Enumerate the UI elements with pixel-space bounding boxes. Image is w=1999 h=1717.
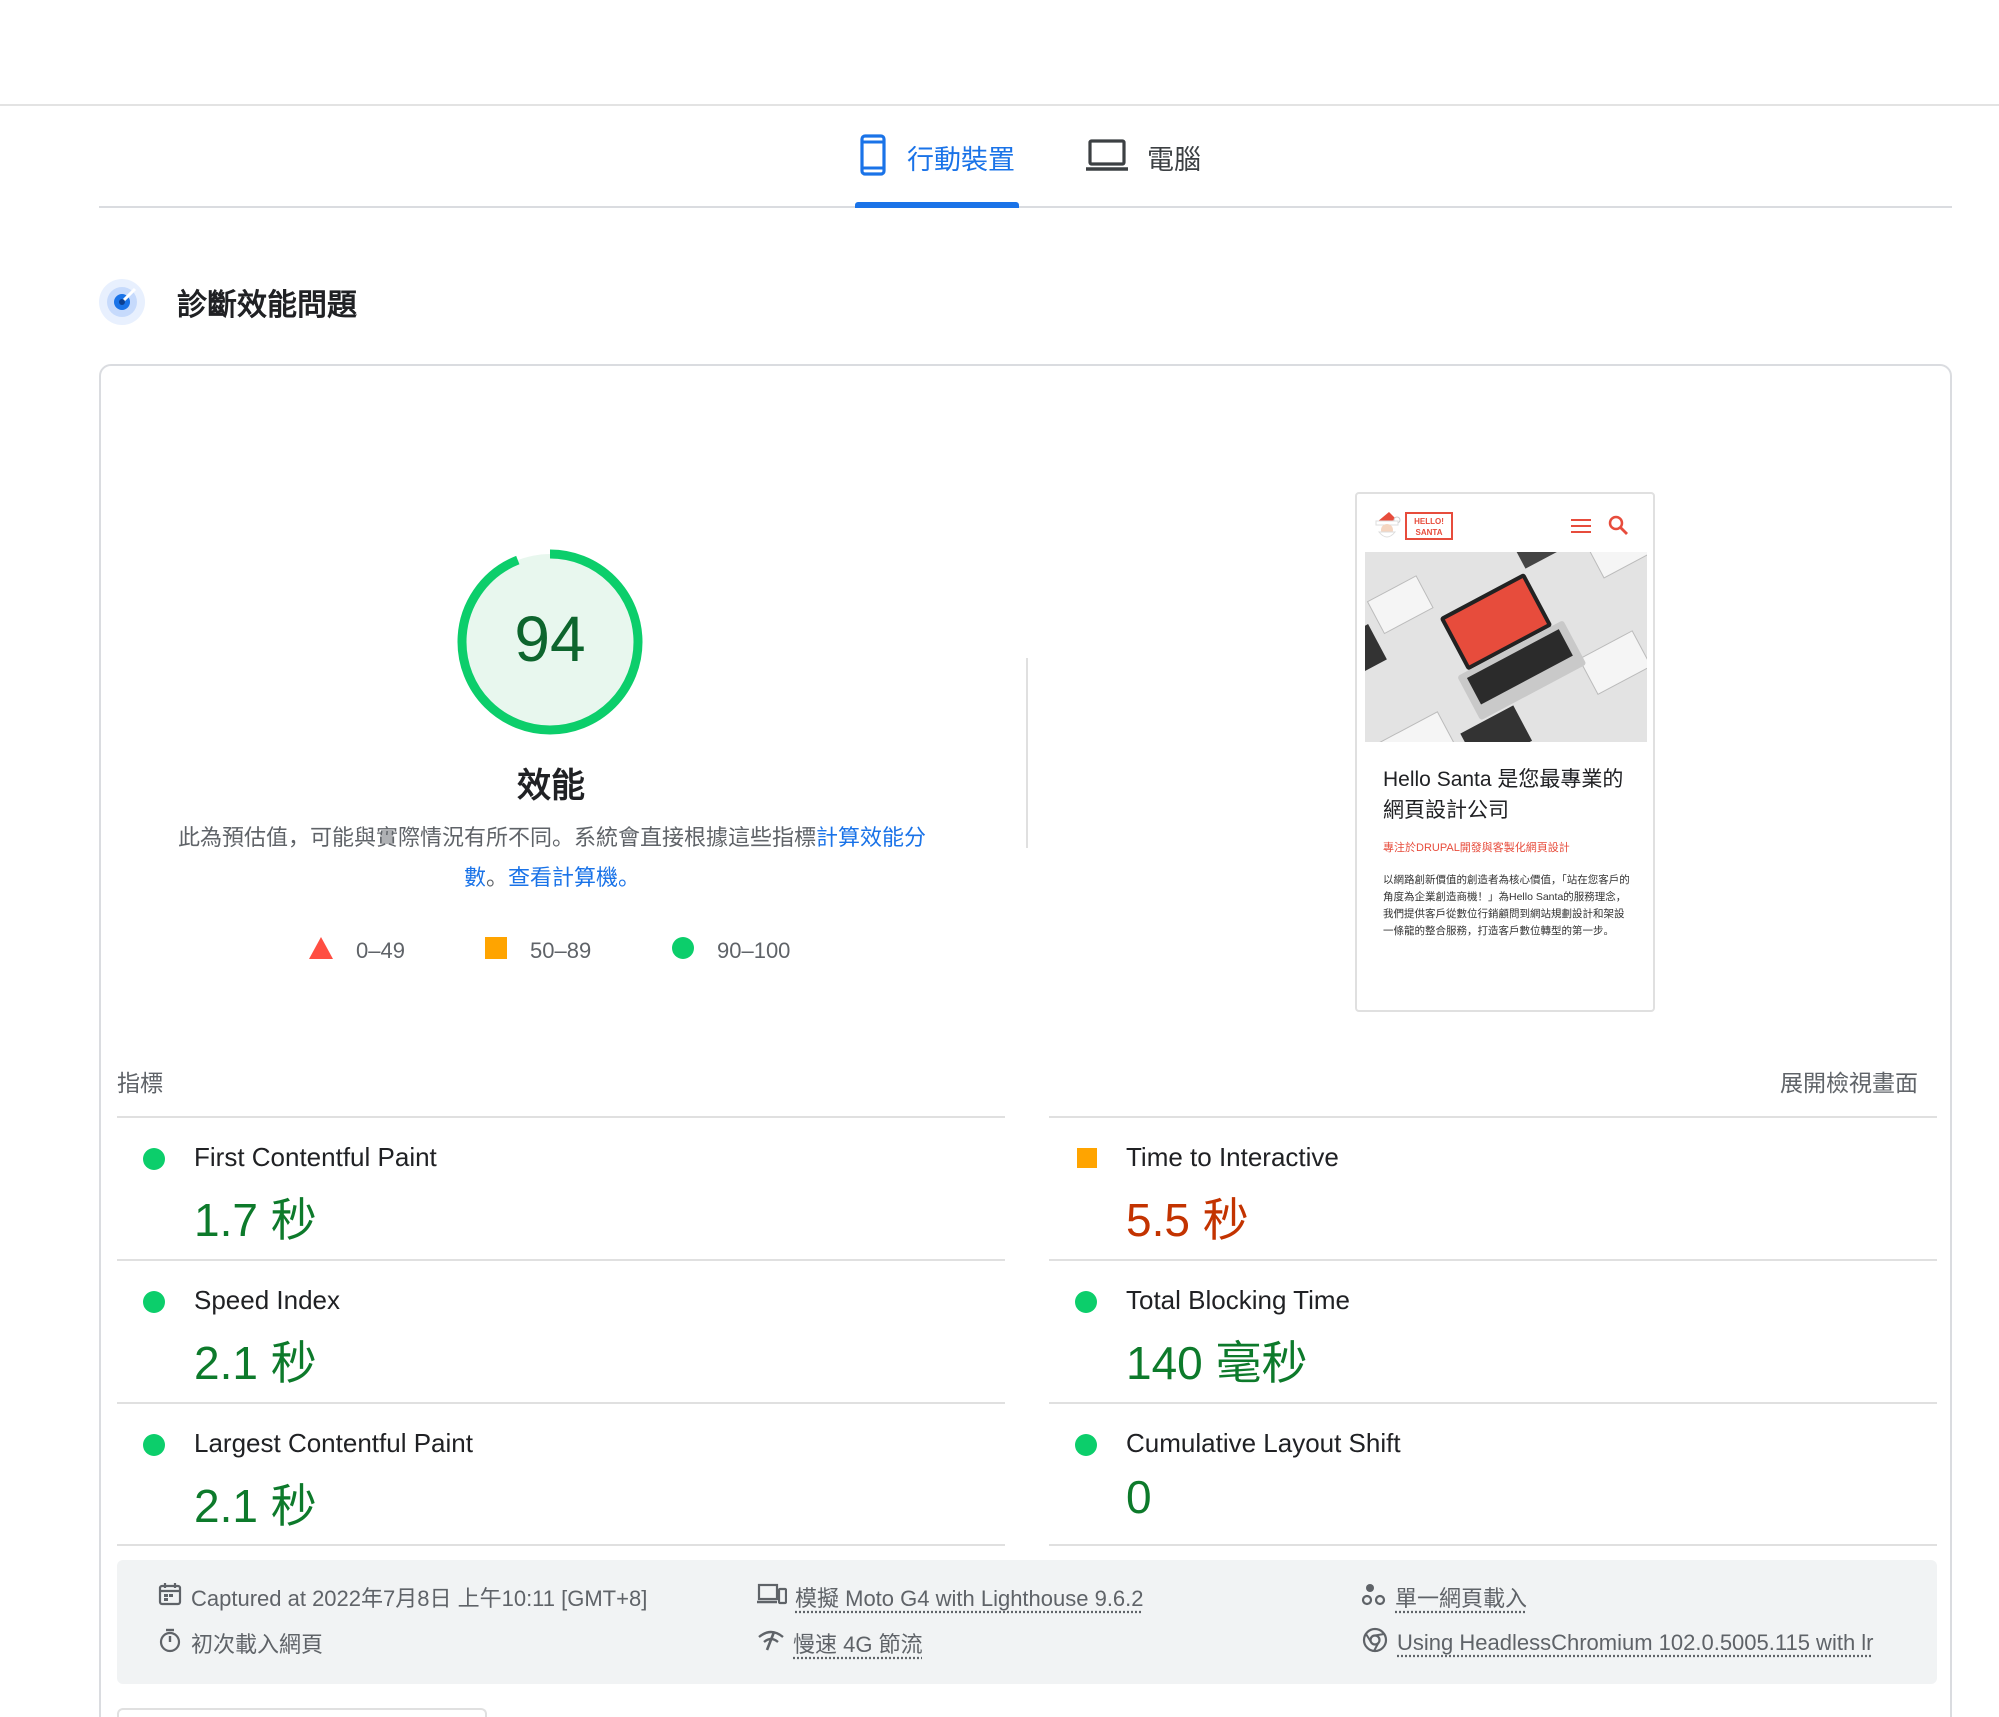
square-icon [484, 936, 508, 966]
metric-first-contentful-paint: First Contentful Paint 1.7 秒 [117, 1116, 1005, 1259]
metric-total-blocking-time: Total Blocking Time 140 毫秒 [1049, 1259, 1937, 1402]
description-separator: 。 [485, 866, 508, 891]
expand-view-toggle[interactable]: 展開檢視畫面 [1780, 1064, 1918, 1098]
performance-card: 94 效能 此為預估值，可能與實際情況有所不同。系統會直接根據這些指標計算效能分… [99, 364, 1952, 1717]
good-status-icon [143, 1148, 165, 1170]
metric-time-to-interactive: Time to Interactive 5.5 秒 [1049, 1116, 1937, 1259]
smartphone-icon [859, 134, 887, 180]
metrics-divider [1049, 1544, 1937, 1546]
metric-name: Total Blocking Time [1126, 1285, 1350, 1315]
calendar-icon [157, 1581, 183, 1613]
section-title: 診斷效能問題 [177, 288, 357, 323]
chrome-icon [1361, 1626, 1389, 1660]
tab-desktop-label: 電腦 [1147, 144, 1201, 176]
tab-mobile[interactable]: 行動裝置 [857, 126, 1023, 188]
device-tabs: 行動裝置 電腦 [99, 106, 1952, 208]
emulated-device[interactable]: 模擬 Moto G4 with Lighthouse 9.6.2 [757, 1582, 1144, 1612]
captured-time-text: Captured at 2022年7月8日 上午10:11 [GMT+8] [191, 1586, 648, 1611]
thumbnail-body: 以網路創新價值的創造者為核心價值，「站在您客戶的角度為企業創造商機！」為Hell… [1383, 874, 1630, 937]
metric-cumulative-layout-shift: Cumulative Layout Shift 0 [1049, 1402, 1937, 1545]
good-status-icon [1075, 1291, 1097, 1313]
load-type-text: 初次載入網頁 [191, 1632, 324, 1657]
description-text: 此為預估值，可能與實際情況有所不同。系統會直接根據這些指標 [177, 826, 816, 851]
network-throttling-text: 慢速 4G 節流 [793, 1632, 923, 1657]
wifi-icon [757, 1628, 785, 1658]
tab-desktop[interactable]: 電腦 [1085, 126, 1215, 188]
metric-largest-contentful-paint: Largest Contentful Paint 2.1 秒 [117, 1402, 1005, 1545]
metrics-divider [117, 1544, 1005, 1546]
thumbnail-hero-image [1365, 552, 1647, 742]
metric-value: 0 [1126, 1471, 1152, 1523]
metric-value: 2.1 秒 [194, 1480, 317, 1532]
search-icon [1607, 514, 1629, 536]
good-status-icon [143, 1434, 165, 1456]
metric-name: Time to Interactive [1126, 1142, 1339, 1172]
metric-name: Speed Index [194, 1285, 341, 1315]
thumbnail-logo: HELLO! SANTA [1405, 512, 1453, 540]
metrics-heading: 指標 [117, 1071, 163, 1097]
browser-info[interactable]: Using HeadlessChromium 102.0.5005.115 wi… [1361, 1626, 1874, 1660]
devices-icon [757, 1582, 788, 1612]
metric-value: 5.5 秒 [1126, 1194, 1249, 1246]
legend-item-good: 90–100 [671, 936, 790, 966]
metric-name: Cumulative Layout Shift [1126, 1428, 1401, 1458]
thumbnail-subtitle: 專注於DRUPAL開發與客製化網頁設計 [1383, 842, 1570, 854]
thumbnail-header: HELLO! SANTA [1357, 494, 1653, 550]
next-section-tab [117, 1708, 487, 1717]
legend-item-poor: 0–49 [308, 936, 405, 966]
session-type-text: 單一網頁載入 [1395, 1586, 1528, 1611]
calculator-link[interactable]: 查看計算機。 [508, 866, 640, 891]
timer-icon [157, 1627, 183, 1659]
thumbnail-title: Hello Santa 是您最專業的網頁設計公司 [1383, 768, 1624, 822]
metric-value: 1.7 秒 [194, 1194, 317, 1246]
captured-time: Captured at 2022年7月8日 上午10:11 [GMT+8] [157, 1582, 647, 1612]
session-type[interactable]: 單一網頁載入 [1361, 1582, 1527, 1612]
emulated-device-text: 模擬 Moto G4 with Lighthouse 9.6.2 [795, 1586, 1144, 1611]
good-status-icon [143, 1291, 165, 1313]
performance-description: 此為預估值，可能與實際情況有所不同。系統會直接根據這些指標計算效能分數。查看計算… [157, 819, 947, 899]
legend-item-average: 50–89 [484, 936, 591, 966]
metric-name: Largest Contentful Paint [194, 1428, 473, 1458]
diagnostics-icon [99, 279, 145, 325]
metric-value: 140 毫秒 [1126, 1337, 1308, 1389]
final-screenshot-thumbnail[interactable]: HELLO! SANTA Hello Santa 是您最專業的網頁設計公司 專注… [1355, 492, 1655, 1012]
metric-value: 2.1 秒 [194, 1337, 317, 1389]
circle-icon [671, 936, 695, 966]
browser-info-text: Using HeadlessChromium 102.0.5005.115 wi… [1397, 1630, 1874, 1655]
metric-name: First Contentful Paint [194, 1142, 437, 1172]
active-tab-indicator [855, 202, 1019, 208]
metric-speed-index: Speed Index 2.1 秒 [117, 1259, 1005, 1402]
tab-mobile-label: 行動裝置 [907, 144, 1015, 176]
hamburger-menu-icon [1571, 518, 1591, 534]
network-throttling[interactable]: 慢速 4G 節流 [757, 1628, 923, 1658]
triangle-icon [308, 936, 334, 966]
legend-label-poor: 0–49 [356, 938, 405, 963]
santa-icon [1373, 510, 1401, 540]
performance-title: 效能 [517, 766, 585, 806]
vertical-divider [1026, 658, 1028, 848]
performance-score: 94 [514, 603, 586, 675]
legend-label-good: 90–100 [717, 938, 791, 963]
single-load-icon [1361, 1581, 1387, 1613]
legend-label-average: 50–89 [530, 938, 592, 963]
laptop-icon [1085, 138, 1129, 176]
good-status-icon [1075, 1434, 1097, 1456]
runtime-settings: Captured at 2022年7月8日 上午10:11 [GMT+8] 初次… [117, 1560, 1937, 1684]
average-status-icon [1077, 1148, 1097, 1168]
section-header: 診斷效能問題 [99, 278, 357, 326]
load-type: 初次載入網頁 [157, 1628, 323, 1658]
